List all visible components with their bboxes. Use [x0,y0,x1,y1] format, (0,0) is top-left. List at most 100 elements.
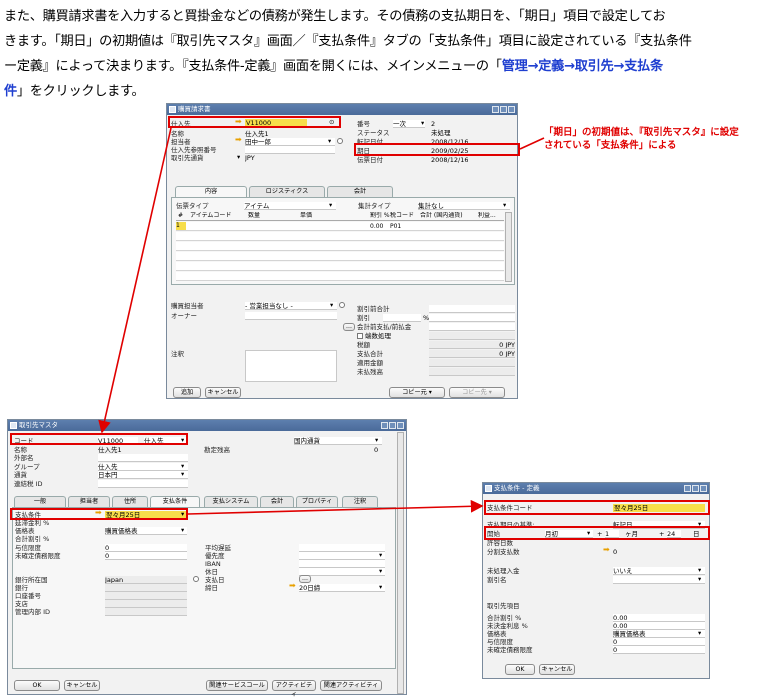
summary-type-select[interactable]: 集計なし [418,202,510,210]
col-item-code[interactable]: アイテムコード [190,212,231,220]
price-list-select[interactable]: 購買価格表 [613,630,705,638]
priority-select[interactable] [299,552,385,560]
control-id-input[interactable] [105,608,187,616]
chevron-down-icon[interactable]: ▾ [181,470,184,478]
chevron-down-icon[interactable]: ▾ [379,551,382,559]
cancel-button[interactable]: キャンセル [64,680,100,691]
item-type-select[interactable]: アイテム [244,202,336,210]
tab-addresses[interactable]: 住所 [112,496,148,507]
remarks-textarea[interactable] [245,350,337,382]
table-row[interactable]: 1 0.00 P01 [176,222,504,231]
currency-select[interactable]: 日本円 [98,471,188,479]
tab-remarks[interactable]: 注釈 [342,496,378,507]
federal-tax-id-input[interactable] [98,480,188,488]
col-total[interactable]: 合計 (国内通貨) [420,212,463,220]
close-button[interactable] [700,485,707,492]
foreign-name-input[interactable] [98,454,188,462]
table-row[interactable] [176,252,504,261]
col-discount[interactable]: 割引 % [370,212,390,220]
buyer-select[interactable]: - 営業担当なし - [245,302,337,310]
rounding-checkbox[interactable]: 端数処理 [357,332,391,340]
closing-date-select[interactable]: 20日締 [299,584,385,592]
tab-general[interactable]: 一般 [14,496,66,507]
tab-logistics[interactable]: ロジスティクス [249,186,325,197]
bp-master-scrollbar[interactable] [397,432,404,694]
link-arrow-icon[interactable]: ➡ [235,136,242,144]
grid-scrollbar[interactable] [505,212,512,282]
col-tax-code[interactable]: 税コード [390,212,414,220]
related-activities-button[interactable]: 関連アクティビティ [320,680,382,691]
installments-value[interactable]: 0 [613,548,617,556]
tab-payment-terms[interactable]: 支払条件 [150,496,200,507]
chevron-down-icon[interactable]: ▾ [421,119,424,127]
add-button[interactable]: 追加 [173,387,201,398]
discount-percent-input[interactable] [383,314,421,322]
tab-accounting[interactable]: 会計 [327,186,393,197]
table-row[interactable] [176,272,504,281]
activity-button[interactable]: アクティビティ [272,680,316,698]
bp-master-titlebar[interactable]: 取引先マスタ [8,420,406,431]
total-discount-input[interactable]: 0.00 [613,614,705,622]
tab-payment-system[interactable]: 支払システム [204,496,258,507]
commitment-limit-input[interactable]: 0 [105,552,187,560]
maximize-button[interactable] [500,106,507,113]
chevron-down-icon[interactable]: ▾ [181,462,184,470]
bank-detail-icon[interactable] [193,576,199,582]
table-row[interactable] [176,262,504,271]
cancel-button[interactable]: キャンセル [539,664,575,675]
minimize-button[interactable] [492,106,499,113]
copy-from-button[interactable]: コピー元 ▾ [389,387,445,398]
name-value[interactable]: 仕入先1 [98,446,122,454]
local-currency-select[interactable]: 国内通貨 [294,437,382,445]
branch-input[interactable] [105,600,187,608]
iban-input[interactable] [299,560,385,568]
expand-button[interactable]: ... [343,323,355,331]
close-button[interactable] [508,106,515,113]
chevron-down-icon[interactable]: ▾ [698,566,701,574]
chevron-down-icon[interactable]: ▾ [379,583,382,591]
vendor-ref-input[interactable] [245,146,335,154]
owner-input[interactable] [245,312,337,320]
minimize-button[interactable] [381,422,388,429]
price-list-select[interactable]: 購買価格表 [105,527,187,535]
chevron-down-icon[interactable]: ▾ [375,436,378,444]
rounding-checkbox-box[interactable] [357,333,363,339]
ok-button[interactable]: OK [14,680,60,691]
interest-input[interactable]: 0.00 [613,622,705,630]
ok-button[interactable]: OK [505,664,535,675]
chevron-down-icon[interactable]: ▾ [698,575,701,583]
buyer-detail-icon[interactable] [339,302,345,308]
col-row-number[interactable]: # [178,212,183,220]
maximize-button[interactable] [692,485,699,492]
link-arrow-icon[interactable]: ➡ [289,582,296,590]
tab-contents[interactable]: 内容 [175,186,247,197]
payment-date-button[interactable]: ... [299,575,311,583]
col-quantity[interactable]: 数量 [248,212,260,220]
document-date-value[interactable]: 2008/12/16 [431,156,468,164]
col-unit-price[interactable]: 単価 [300,212,312,220]
chevron-down-icon[interactable]: ▾ [181,526,184,534]
maximize-button[interactable] [389,422,396,429]
related-service-calls-button[interactable]: 関連サービスコール [206,680,268,691]
chevron-down-icon[interactable]: ▾ [330,301,333,309]
credit-limit-input[interactable]: 0 [613,638,705,646]
chevron-down-icon[interactable]: ▾ [503,201,506,209]
tab-accounting[interactable]: 会計 [260,496,294,507]
col-profit[interactable]: 利益... [478,212,496,220]
chevron-down-icon[interactable]: ▾ [698,629,701,637]
account-number-input[interactable] [105,592,187,600]
discount-amount-input[interactable] [429,314,515,322]
credit-limit-input[interactable]: 0 [105,544,187,552]
purchase-invoice-titlebar[interactable]: 購買請求書 [167,104,517,115]
tab-contacts[interactable]: 担当者 [68,496,110,507]
bank-country-select[interactable]: Japan [105,576,187,584]
tab-properties[interactable]: プロパティ [296,496,338,507]
cancel-button[interactable]: キャンセル [205,387,241,398]
close-button[interactable] [397,422,404,429]
discount-name-select[interactable] [613,576,705,584]
open-incoming-select[interactable]: いいえ [613,567,705,575]
chevron-down-icon[interactable]: ▾ [328,137,331,145]
table-row[interactable] [176,242,504,251]
avg-delay-input[interactable] [299,544,385,552]
holiday-select[interactable] [299,568,385,576]
